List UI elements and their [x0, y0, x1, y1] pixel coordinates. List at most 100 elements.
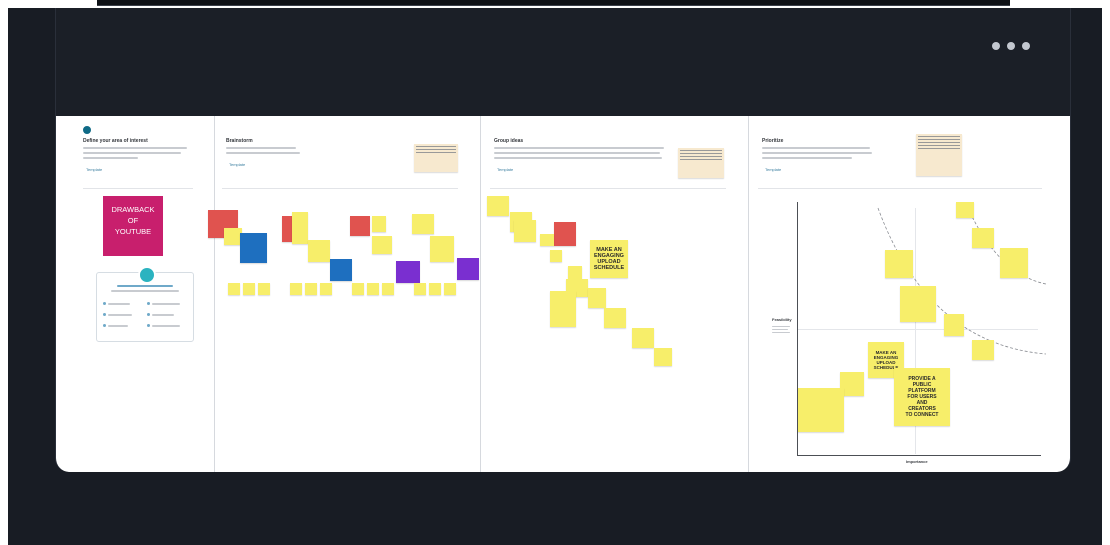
- app-window: Define your area of interest Template DR…: [55, 8, 1071, 472]
- sticky-note[interactable]: [956, 202, 974, 218]
- sticky-note[interactable]: [429, 283, 441, 295]
- panel-group-ideas: Group ideas Template MAKE AN ENGAGING UP…: [480, 116, 749, 472]
- tip-note[interactable]: [678, 148, 724, 178]
- text-line: [762, 157, 852, 159]
- sticky-note[interactable]: [654, 348, 672, 366]
- sticky-note[interactable]: [396, 261, 420, 283]
- sticky-note[interactable]: [550, 291, 576, 327]
- info-item: [103, 313, 132, 316]
- sticky-note[interactable]: [972, 340, 994, 360]
- text-line: [108, 302, 130, 305]
- text-line: [416, 152, 456, 153]
- bullet-icon: [103, 313, 106, 316]
- tip-note[interactable]: [414, 144, 458, 172]
- sticky-note[interactable]: [290, 283, 302, 295]
- dot: [992, 42, 1000, 50]
- sticky-note[interactable]: [588, 288, 606, 308]
- sticky-note[interactable]: [367, 283, 379, 295]
- panel-prioritize: Prioritize Template Feasibility Importan…: [748, 116, 1070, 472]
- text-line: [111, 290, 179, 292]
- sticky-note[interactable]: [350, 216, 370, 236]
- text-line: [416, 146, 456, 147]
- sticky-note[interactable]: [305, 283, 317, 295]
- sticky-note[interactable]: [972, 228, 994, 248]
- bullet-icon: [103, 324, 106, 327]
- bullet-icon: [147, 324, 150, 327]
- more-horizontal-icon[interactable]: [992, 42, 1030, 50]
- topic-line: YOUTUBE: [114, 227, 152, 236]
- sticky-note[interactable]: [414, 283, 426, 295]
- topic-line: OF: [127, 216, 139, 225]
- sticky-note[interactable]: [1000, 248, 1028, 278]
- text-line: [918, 139, 960, 140]
- sticky-note[interactable]: [372, 236, 392, 254]
- top-bar: [97, 0, 1010, 6]
- text-line: [226, 152, 300, 154]
- template-link[interactable]: Template: [497, 167, 513, 172]
- text-line: [416, 149, 456, 150]
- info-icon: [138, 266, 156, 284]
- sticky-note[interactable]: [944, 314, 964, 336]
- sticky-note[interactable]: [604, 308, 626, 328]
- sticky-note[interactable]: [632, 328, 654, 348]
- panel-brainstorm: Brainstorm Template: [208, 116, 481, 472]
- text-line: [152, 302, 180, 305]
- template-link[interactable]: Template: [229, 162, 245, 167]
- text-line: [152, 313, 174, 316]
- sticky-note[interactable]: [444, 283, 456, 295]
- text-line: [152, 324, 180, 327]
- sticky-note[interactable]: [258, 283, 270, 295]
- panel-title: Prioritize: [762, 138, 784, 144]
- sticky-note[interactable]: [554, 222, 576, 246]
- sticky-note[interactable]: [885, 250, 913, 278]
- text-line: [918, 136, 960, 137]
- sticky-note[interactable]: [352, 283, 364, 295]
- divider: [222, 188, 458, 189]
- text-line: [918, 142, 960, 143]
- text-line: [494, 152, 660, 154]
- text-line: [83, 152, 181, 154]
- whiteboard-canvas[interactable]: Define your area of interest Template DR…: [56, 116, 1070, 472]
- panel-title: Define your area of interest: [83, 138, 148, 144]
- sticky-note[interactable]: [243, 283, 255, 295]
- sticky-note[interactable]: [330, 259, 352, 281]
- sticky-note[interactable]: [487, 196, 509, 216]
- text-line: [680, 150, 722, 151]
- topic-line: DRAWBACK: [111, 205, 155, 214]
- dot: [1007, 42, 1015, 50]
- sticky-note[interactable]: [320, 283, 332, 295]
- sticky-note[interactable]: [514, 220, 536, 242]
- topic-card[interactable]: DRAWBACK OF YOUTUBE: [103, 196, 163, 256]
- divider: [758, 188, 1042, 189]
- sticky-note[interactable]: [540, 234, 554, 246]
- panel-title: Group ideas: [494, 138, 524, 144]
- text-line: [226, 147, 296, 149]
- text-line: [918, 145, 960, 146]
- sticky-note[interactable]: [798, 388, 844, 432]
- info-card[interactable]: [96, 266, 194, 342]
- text-line: [680, 156, 722, 157]
- sticky-note[interactable]: [550, 250, 562, 262]
- sticky-note[interactable]: [412, 214, 434, 234]
- dot: [1022, 42, 1030, 50]
- sticky-note[interactable]: [228, 283, 240, 295]
- text-line: [494, 147, 664, 149]
- sticky-note[interactable]: [308, 240, 330, 262]
- template-link[interactable]: Template: [86, 167, 102, 172]
- sticky-note[interactable]: [430, 236, 454, 262]
- template-link[interactable]: Template: [765, 167, 781, 172]
- sticky-note-large[interactable]: PROVIDE A PUBLIC PLATFORM FOR USERS AND …: [894, 368, 950, 426]
- info-item: [103, 324, 128, 327]
- sticky-note-large[interactable]: MAKE AN ENGAGING UPLOAD SCHEDULE: [590, 240, 628, 278]
- tip-note[interactable]: [916, 134, 962, 176]
- sticky-note[interactable]: [900, 286, 936, 322]
- divider: [490, 188, 726, 189]
- sticky-note[interactable]: [382, 283, 394, 295]
- sticky-note[interactable]: [292, 212, 308, 244]
- text-line: [117, 285, 173, 287]
- sticky-note[interactable]: [240, 233, 267, 263]
- panel-define-area: Define your area of interest Template DR…: [56, 116, 215, 472]
- note-text: MAKE AN ENGAGING UPLOAD SCHEDULE: [593, 247, 625, 271]
- sticky-note[interactable]: [457, 258, 479, 280]
- sticky-note[interactable]: [372, 216, 386, 232]
